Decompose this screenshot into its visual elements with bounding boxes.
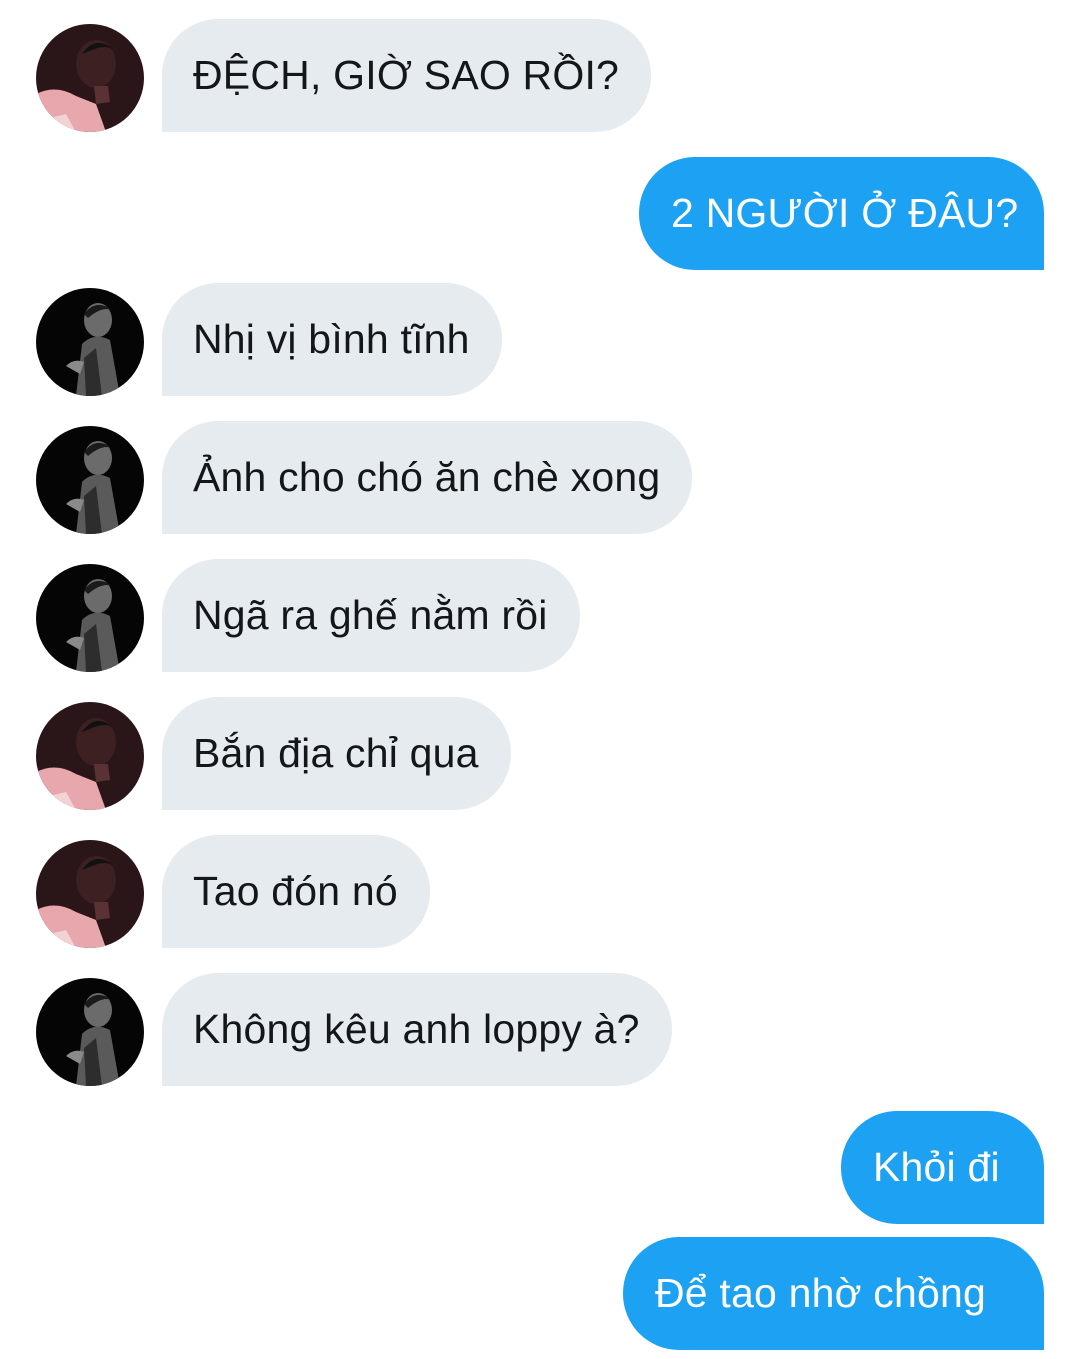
message-thread: ĐỆCH, GIỜ SAO RỒI? 2 NGƯỜI Ở ĐÂU? Nhị vị… <box>0 0 1080 1359</box>
outgoing-message-bubble[interactable]: Khỏi đi <box>841 1111 1044 1224</box>
avatar-profile-pink-image <box>36 24 144 132</box>
incoming-message-bubble[interactable]: ĐỆCH, GIỜ SAO RỒI? <box>162 19 652 132</box>
incoming-message-bubble[interactable]: Tao đón nó <box>162 835 430 948</box>
avatar-profile-dark-image <box>36 564 144 672</box>
incoming-message-bubble[interactable]: Ảnh cho chó ăn chè xong <box>162 421 693 534</box>
avatar[interactable] <box>36 426 144 534</box>
avatar-profile-dark-image <box>36 978 144 1086</box>
avatar[interactable] <box>36 978 144 1086</box>
avatar[interactable] <box>36 840 144 948</box>
outgoing-message-bubble[interactable]: Để tao nhờ chồng <box>623 1237 1044 1350</box>
incoming-message-bubble[interactable]: Ngã ra ghế nằm rồi <box>162 559 580 672</box>
avatar[interactable] <box>36 24 144 132</box>
avatar-profile-dark-image <box>36 426 144 534</box>
avatar-profile-dark-image <box>36 288 144 396</box>
avatar-profile-pink-image <box>36 840 144 948</box>
avatar-profile-pink-image <box>36 702 144 810</box>
avatar[interactable] <box>36 564 144 672</box>
outgoing-message-bubble[interactable]: 2 NGƯỜI Ở ĐÂU? <box>639 157 1044 270</box>
incoming-message-bubble[interactable]: Bắn địa chỉ qua <box>162 697 511 810</box>
incoming-message-bubble[interactable]: Nhị vị bình tĩnh <box>162 283 502 396</box>
incoming-message-bubble[interactable]: Không kêu anh loppy à? <box>162 973 672 1086</box>
avatar[interactable] <box>36 288 144 396</box>
avatar[interactable] <box>36 702 144 810</box>
